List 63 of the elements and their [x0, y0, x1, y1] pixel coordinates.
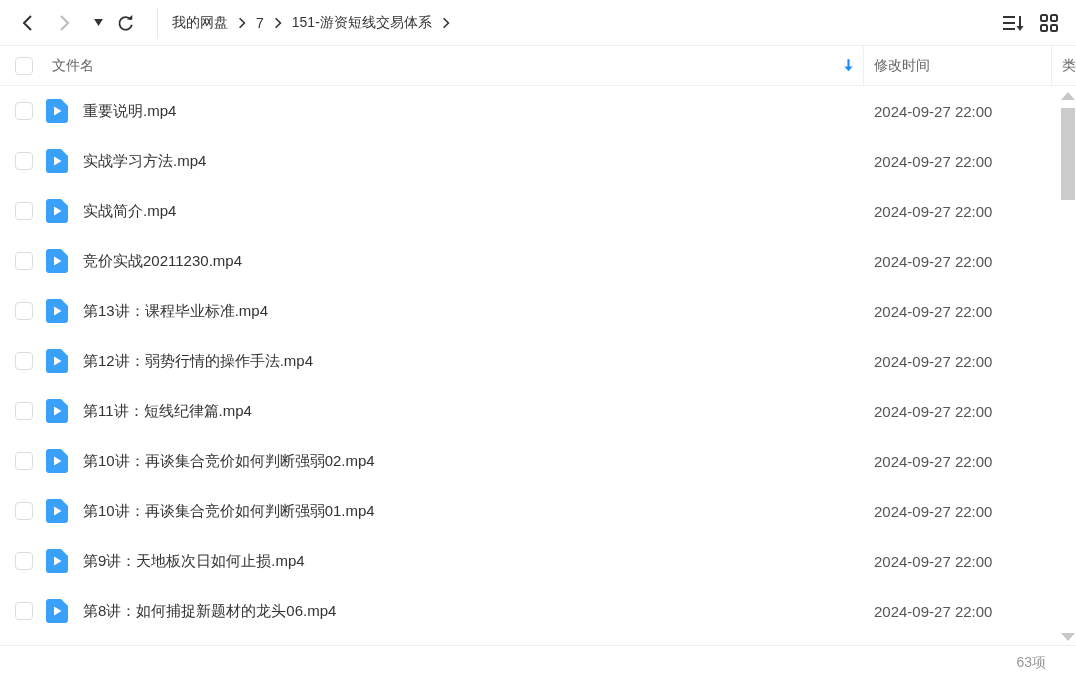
file-name[interactable]: 第13讲：课程毕业标准.mp4 [83, 301, 874, 321]
scrollbar-thumb[interactable] [1061, 108, 1075, 200]
file-name[interactable]: 第10讲：再谈集合竞价如何判断强弱02.mp4 [83, 451, 874, 471]
file-name[interactable]: 第10讲：再谈集合竞价如何判断强弱01.mp4 [83, 501, 874, 521]
chevron-icon [273, 16, 282, 29]
item-count: 63项 [1016, 654, 1046, 672]
modified-time: 2024-09-27 22:00 [874, 502, 993, 520]
file-name[interactable]: 实战简介.mp4 [83, 201, 874, 221]
modified-time: 2024-09-27 22:00 [874, 602, 993, 620]
video-file-icon [46, 299, 68, 323]
file-name[interactable]: 第12讲：弱势行情的操作手法.mp4 [83, 351, 874, 371]
video-file-icon [46, 199, 68, 223]
modified-time: 2024-09-27 22:00 [874, 102, 993, 120]
select-all-checkbox[interactable] [15, 56, 33, 75]
video-file-icon [46, 399, 68, 423]
row-checkbox[interactable] [15, 202, 33, 220]
modified-time: 2024-09-27 22:00 [874, 452, 993, 470]
file-name[interactable]: 实战学习方法.mp4 [83, 151, 874, 171]
breadcrumb-item[interactable]: 7 [256, 14, 264, 31]
row-checkbox[interactable] [15, 502, 33, 520]
modified-time: 2024-09-27 22:00 [874, 402, 993, 420]
row-checkbox[interactable] [15, 102, 33, 120]
row-checkbox[interactable] [15, 402, 33, 420]
modified-time: 2024-09-27 22:00 [874, 152, 993, 170]
modified-time: 2024-09-27 22:00 [874, 302, 993, 320]
modified-time: 2024-09-27 22:00 [874, 202, 993, 220]
file-name[interactable]: 重要说明.mp4 [83, 101, 874, 121]
row-checkbox[interactable] [15, 252, 33, 270]
modified-time: 2024-09-27 22:00 [874, 252, 993, 270]
row-checkbox[interactable] [15, 352, 33, 370]
row-checkbox[interactable] [15, 152, 33, 170]
video-file-icon [46, 449, 68, 473]
row-checkbox[interactable] [15, 452, 33, 470]
row-checkbox[interactable] [15, 302, 33, 320]
grid-view-icon[interactable] [1040, 13, 1058, 32]
refresh-icon[interactable] [117, 13, 135, 32]
modified-time: 2024-09-27 22:00 [874, 352, 993, 370]
sort-icon[interactable] [1002, 13, 1024, 32]
column-header[interactable]: 修改时间 [874, 56, 930, 75]
file-name[interactable]: 竞价实战20211230.mp4 [83, 251, 874, 271]
file-name[interactable]: 第8讲：如何捕捉新题材的龙头06.mp4 [83, 601, 874, 621]
video-file-icon [46, 499, 68, 523]
video-file-icon [46, 349, 68, 373]
row-checkbox[interactable] [15, 552, 33, 570]
scroll-down-icon[interactable] [1061, 633, 1075, 641]
dropdown-icon[interactable] [94, 19, 103, 26]
video-file-icon [46, 99, 68, 123]
video-file-icon [46, 549, 68, 573]
column-header[interactable]: 文件名 [52, 56, 94, 75]
column-header[interactable]: 类 [1062, 56, 1076, 75]
breadcrumb-item[interactable]: 151-游资短线交易体系 [291, 13, 432, 32]
modified-time: 2024-09-27 22:00 [874, 552, 993, 570]
breadcrumb-item[interactable]: 我的网盘 [172, 13, 228, 32]
video-file-icon [46, 599, 68, 623]
video-file-icon [46, 149, 68, 173]
row-checkbox[interactable] [15, 602, 33, 620]
file-name[interactable]: 第11讲：短线纪律篇.mp4 [83, 401, 874, 421]
chevron-icon [441, 16, 450, 29]
sort-arrow-icon[interactable] [844, 59, 853, 72]
chevron-icon [238, 16, 246, 29]
scroll-up-icon[interactable] [1061, 92, 1075, 100]
file-name[interactable]: 第9讲：天地板次日如何止损.mp4 [83, 551, 874, 571]
video-file-icon [46, 249, 68, 273]
